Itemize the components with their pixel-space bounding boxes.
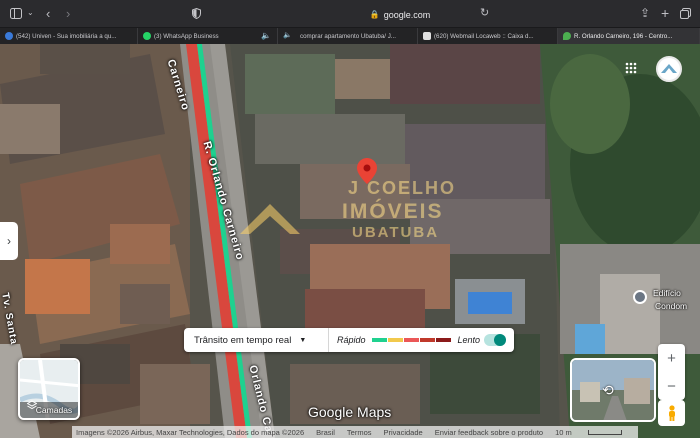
street-view-preview [572,360,654,420]
share-icon[interactable]: ⇪ [640,7,650,19]
tab-whatsapp[interactable]: (3) WhatsApp Business 🔈 [138,28,278,44]
legend-segment [435,338,451,342]
map-pin-icon [563,32,571,40]
scale-bar-line [587,429,622,435]
watermark-line-2: IMÓVEIS [342,200,444,223]
tab-label: R. Orlando Carneiro, 196 - Centro... [574,32,673,40]
traffic-legend: Rápido Lento [329,335,480,345]
watermark: J COELHO IMÓVEIS UBATUBA [240,178,480,268]
sidebar-icon[interactable] [10,8,22,21]
street-view-thumbnail[interactable]: ⟲ [570,358,656,422]
tab-univen[interactable]: (542) Univen - Sua imobiliária a qu... [0,28,138,44]
google-maps-logo: Google Maps [308,404,392,420]
caret-down-icon: ▼ [299,336,307,344]
tab-apartment-search[interactable]: 🔈 comprar apartamento Ubatuba/ J... [278,28,418,44]
lock-icon: 🔒 [369,10,380,19]
map-footer: Imagens ©2026 Airbus, Maxar Technologies… [72,426,638,438]
traffic-slow-label: Lento [457,335,481,345]
chevron-down-icon[interactable]: ⌄ [27,9,34,17]
traffic-label: Trânsito em tempo real [194,334,292,346]
scale-bar[interactable]: 10 m [555,428,634,437]
location-pin-icon[interactable] [357,158,377,184]
legend-segment [371,338,387,342]
url-text: google.com [383,9,431,20]
toggle-knob [494,334,506,346]
tab-overview-icon[interactable] [680,8,691,21]
watermark-logo-icon [240,204,300,234]
chevron-right-icon: › [7,234,11,248]
apps-grid-icon [625,62,637,74]
webmail-icon [423,32,431,40]
speaker-icon[interactable]: 🔈 [283,31,292,39]
tab-label: (542) Univen - Sua imobiliária a qu... [16,32,117,40]
new-tab-icon[interactable]: + [661,6,669,20]
favicon-icon [5,32,13,40]
imagery-attribution: Imagens ©2026 Airbus, Maxar Technologies… [76,427,305,437]
watermark-line-3: UBATUBA [352,224,440,241]
avatar-logo-icon [661,64,677,73]
layers-label: Camadas [35,405,73,415]
traffic-fast-label: Rápido [337,335,366,345]
account-avatar[interactable] [656,56,682,82]
layers-button[interactable]: Camadas [18,358,80,420]
pegman-icon [668,405,675,421]
tab-label: comprar apartamento Ubatuba/ J... [300,32,396,40]
zoom-out-button[interactable]: − [667,378,676,395]
traffic-toggle[interactable] [484,334,506,346]
tab-label: (3) WhatsApp Business [154,32,219,40]
pegman-button[interactable] [658,400,685,426]
chevron-left-icon[interactable]: ‹ [46,7,50,20]
tab-label: (620) Webmail Locaweb :: Caixa d... [434,32,534,40]
scale-label: 10 m [555,427,572,437]
footer-privacy-link[interactable]: Privacidade [384,428,423,437]
shield-icon [192,7,201,21]
traffic-legend-bar [371,338,452,342]
poi-label-line-1[interactable]: Edifício [653,288,681,298]
apps-grid-button[interactable] [620,57,642,79]
traffic-dropdown[interactable]: Trânsito em tempo real ▼ [184,328,329,352]
poi-marker-icon[interactable] [633,290,647,304]
zoom-control: + − [658,344,685,400]
whatsapp-icon [143,32,151,40]
expand-panel-button[interactable]: › [0,222,18,260]
browser-toolbar: ⌄ ‹ › 🔒 google.com ↻ ⇪ + [0,0,700,28]
rotate-360-icon: ⟲ [602,382,614,398]
reload-icon[interactable]: ↻ [480,8,489,19]
footer-feedback-link[interactable]: Enviar feedback sobre o produto [435,428,543,437]
traffic-panel: Trânsito em tempo real ▼ Rápido Lento [184,328,514,352]
legend-segment [419,338,435,342]
footer-terms-link[interactable]: Termos [347,428,372,437]
legend-segment [387,338,403,342]
tab-maps[interactable]: R. Orlando Carneiro, 196 - Centro... [558,28,700,44]
speaker-icon[interactable]: 🔈 [261,31,271,40]
zoom-in-button[interactable]: + [667,350,676,367]
url-field[interactable]: 🔒 google.com [300,6,500,23]
footer-country[interactable]: Brasil [316,428,335,437]
legend-segment [403,338,419,342]
poi-label-line-2[interactable]: Condom [655,301,687,311]
satellite-map[interactable]: Carneiro R. Orlando Carneiro Orlando Ca … [0,44,700,438]
tab-bar: (542) Univen - Sua imobiliária a qu... (… [0,28,700,44]
chevron-right-icon[interactable]: › [66,7,70,20]
tab-webmail[interactable]: (620) Webmail Locaweb :: Caixa d... [418,28,558,44]
